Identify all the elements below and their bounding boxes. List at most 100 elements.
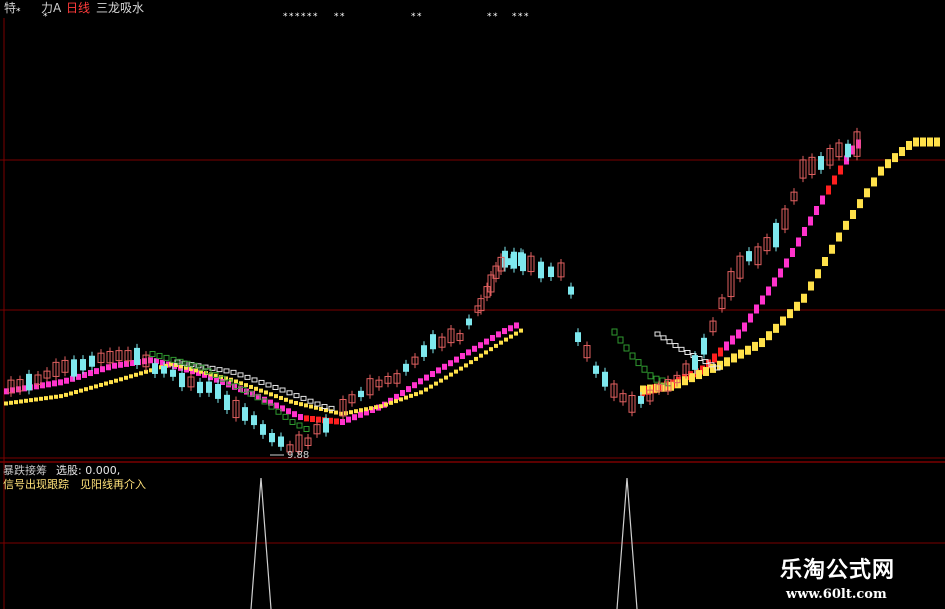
green-line-segment [653,375,660,383]
yellow-line-segment [474,356,478,361]
yellow-line-segment [24,398,28,403]
magenta-line-segment [790,248,795,257]
white-line-segment [286,390,293,396]
magenta-line-segment [334,418,339,425]
magenta-line-segment [832,175,837,185]
yellow-line-segment [334,410,338,415]
magenta-line-segment [484,338,489,345]
magenta-line-segment [460,353,465,359]
white-line-segment [678,346,685,352]
marker-dot: * [334,12,339,22]
yellow-line-segment [269,392,273,397]
yellow-line-segment [885,159,891,169]
yellow-line-segment [194,368,198,373]
white-line-segment [307,398,314,404]
watermark-url: www.60lt.com [786,587,887,602]
yellow-line-segment [822,257,828,266]
white-line-segment [237,372,244,378]
candle [260,424,266,435]
marker-dot: * [307,12,312,22]
white-line-segment [258,379,265,385]
magenta-line-segment [430,371,435,377]
magenta-line-segment [748,313,753,323]
yellow-line-segment [836,232,842,242]
candle [508,258,514,266]
yellow-line-segment [114,378,118,383]
yellow-line-segment [64,392,68,397]
magenta-line-segment [298,414,303,421]
magenta-line-segment [508,325,513,332]
magenta-line-segment [442,363,447,370]
candle [170,369,176,377]
candle [538,261,544,279]
yellow-line-segment [129,374,133,379]
magenta-line-segment [496,331,501,338]
marker-dot: * [289,12,294,22]
white-line-segment [251,377,258,383]
candle [845,143,851,158]
magenta-line-segment [796,237,801,247]
yellow-line-segment [384,402,388,407]
magenta-line-segment [808,216,813,226]
yellow-line-segment [274,394,278,399]
magenta-line-segment [754,304,759,314]
marker-dot: * [340,12,345,22]
candle [502,250,508,268]
indicator-name[interactable]: 三龙吸水 [96,2,144,14]
candle [421,345,427,357]
candle [575,332,581,343]
yellow-line-segment [444,375,448,380]
yellow-line-segment [913,137,919,147]
chart-canvas: * * * * * * * * * * * * * * ** * [0,7,945,609]
magenta-line-segment [424,374,429,381]
yellow-line-segment [104,381,108,386]
yellow-line-segment [264,390,268,395]
yellow-line-segment [479,353,483,358]
marker-dot: * [518,12,523,22]
marker-dot: * [283,12,288,22]
candle [323,418,329,433]
yellow-line-segment [731,353,737,363]
yellow-line-segment [689,373,695,383]
candle [602,371,608,387]
white-line-segment [314,401,321,407]
yellow-line-segment [299,402,303,407]
yellow-line-segment [89,385,93,390]
marker-dot: * [417,12,422,22]
white-line-segment [265,382,272,388]
yellow-line-segment [239,381,243,386]
magenta-line-segment [742,322,747,332]
yellow-line-segment [364,407,368,412]
magenta-line-segment [466,349,471,356]
period-label[interactable]: 日线 [66,2,90,14]
magenta-line-segment [292,411,297,418]
yellow-line-segment [69,391,73,396]
green-line-segment [611,328,618,336]
green-line-segment [289,419,296,425]
candle [71,359,77,377]
yellow-line-segment [54,394,58,399]
yellow-line-segment [934,137,940,147]
candle [278,436,284,447]
sub-indicator-title[interactable]: 暴跌接筹 [3,465,47,476]
yellow-line-segment [489,347,493,352]
candle [701,337,707,355]
marker-dot: * [411,12,416,22]
magenta-line-segment [712,353,717,363]
yellow-line-segment [134,372,138,377]
yellow-line-segment [738,349,744,359]
yellow-line-segment [249,384,253,389]
magenta-line-segment [52,380,57,387]
green-line-segment [617,336,624,344]
white-line-segment [279,387,286,393]
yellow-line-segment [464,363,468,368]
yellow-line-segment [359,408,363,413]
magenta-line-segment [784,258,789,268]
candle [251,415,257,426]
marker-dot: * [487,12,492,22]
yellow-line-segment [519,328,523,333]
magenta-line-segment [490,335,495,341]
magenta-line-segment [58,379,63,386]
magenta-line-segment [724,341,729,351]
yellow-line-segment [494,343,498,348]
